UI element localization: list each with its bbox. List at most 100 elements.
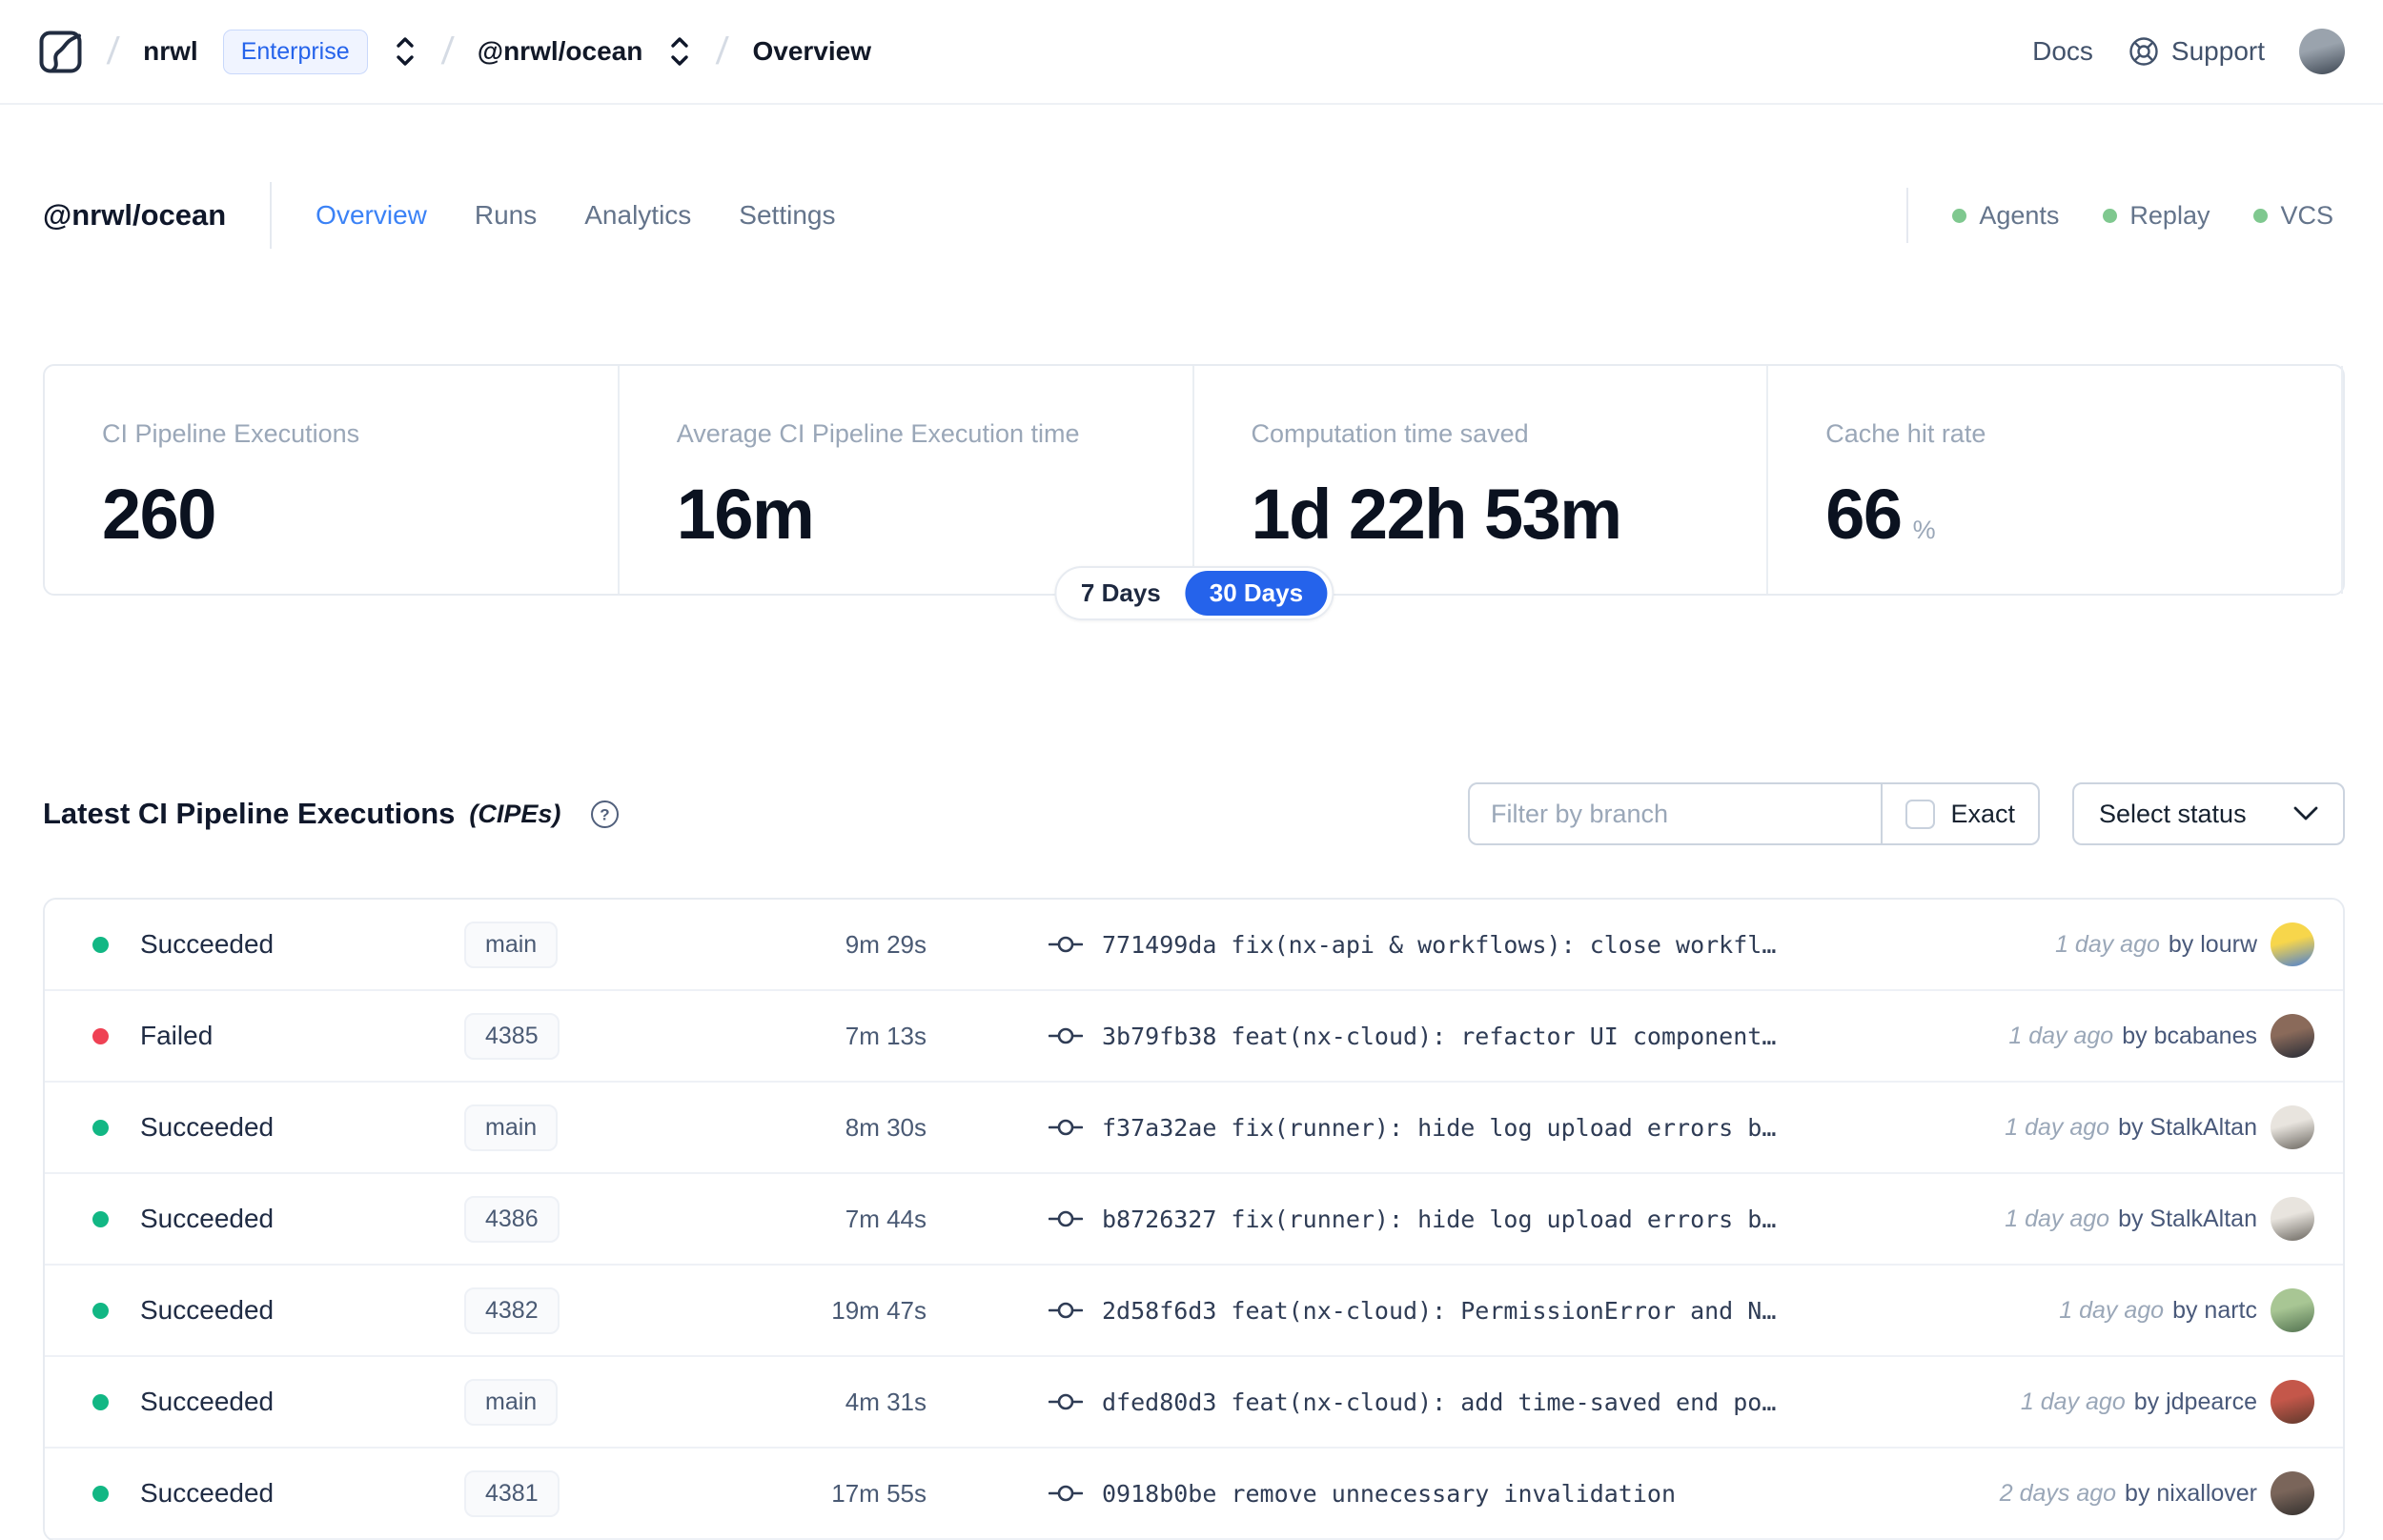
status-cell: Succeeded [45,1112,464,1143]
commit-cell: 3b79fb38 feat(nx-cloud): refactor UI comp… [1049,1023,1989,1050]
org-name[interactable]: nrwl [143,36,198,67]
chevron-down-icon [2293,806,2318,821]
branch-cell: 4386 [464,1195,674,1243]
table-row[interactable]: Succeeded 4386 7m 44s b8726327 fix(runner… [45,1174,2343,1266]
status-label: Succeeded [140,1387,275,1416]
stats-panel: CI Pipeline Executions 260 Average CI Pi… [43,364,2345,620]
status-cell: Succeeded [45,1204,464,1234]
row-avatar[interactable] [2271,1288,2314,1332]
branch-badge[interactable]: main [464,1104,559,1151]
table-row[interactable]: Succeeded main 4m 31s dfed80d3 feat(nx-cl… [45,1357,2343,1449]
commit-message: feat(nx-cloud): refactor UI component… [1231,1022,1777,1050]
author: by nartc [2172,1296,2257,1324]
support-link[interactable]: Support [2128,35,2265,68]
workspace-header: @nrwl/ocean Overview Runs Analytics Sett… [43,181,2345,250]
row-avatar[interactable] [2271,1380,2314,1424]
row-avatar[interactable] [2271,1471,2314,1515]
stat-value: 66 [1825,475,1903,554]
date-range-toggle: 7 Days 30 Days [1053,566,1334,620]
branch-badge[interactable]: 4386 [464,1195,560,1243]
author: by bcabanes [2122,1022,2257,1049]
cipe-table: Succeeded main 9m 29s 771499da fix(nx-api… [43,898,2345,1540]
cipe-table-body: Succeeded main 9m 29s 771499da fix(nx-api… [45,900,2343,1540]
stat-card-time-saved: Computation time saved 1d 22h 53m [1194,366,1769,594]
commit-message: feat(nx-cloud): PermissionError and N… [1231,1296,1777,1325]
author: by StalkAltan [2118,1113,2257,1141]
select-status-button[interactable]: Select status [2072,782,2345,845]
exact-toggle[interactable]: Exact [1883,799,2038,829]
stat-card-cache-hit: Cache hit rate 66% [1768,366,2343,594]
toggle-30-days[interactable]: 30 Days [1185,571,1328,616]
commit-text: b8726327 fix(runner): hide log upload err… [1102,1206,1776,1233]
status-vcs[interactable]: VCS [2253,201,2333,231]
row-avatar[interactable] [2271,1197,2314,1241]
row-avatar[interactable] [2271,922,2314,966]
navbar-actions: Docs Support [2032,29,2345,74]
git-commit-icon [1049,1299,1083,1322]
breadcrumb: / nrwl Enterprise / @nrwl/ocean / Overvi… [38,29,871,74]
branch-badge[interactable]: 4385 [464,1012,560,1060]
row-avatar[interactable] [2271,1105,2314,1149]
table-row[interactable]: Failed 4385 7m 13s 3b79fb38 feat(nx-cloud… [45,991,2343,1083]
workspace-switcher-icon[interactable] [667,35,692,68]
git-commit-icon [1049,933,1083,956]
tab-overview[interactable]: Overview [316,200,427,231]
status-agents[interactable]: Agents [1952,201,2059,231]
branch-cell: 4385 [464,1012,674,1060]
commit-message: fix(runner): hide log upload errors b… [1231,1205,1777,1233]
branch-badge[interactable]: 4381 [464,1469,560,1517]
status-legend: Agents Replay VCS [1906,188,2345,243]
duration: 7m 13s [845,1021,927,1050]
time-ago: 1 day ago [2005,1205,2110,1232]
workspace-name[interactable]: @nrwl/ocean [478,36,643,67]
status-cell: Succeeded [45,1478,464,1509]
branch-filter-group: Exact [1468,782,2040,845]
branch-filter-input[interactable] [1470,784,1882,843]
table-row[interactable]: Succeeded 4382 19m 47s 2d58f6d3 feat(nx-c… [45,1266,2343,1357]
commit-text: f37a32ae fix(runner): hide log upload err… [1102,1114,1776,1142]
status-dot [92,1027,109,1044]
branch-badge[interactable]: main [464,921,559,968]
commit-hash: dfed80d3 [1102,1388,1217,1416]
status-dot [92,1119,109,1136]
author: by StalkAltan [2118,1205,2257,1232]
tab-runs[interactable]: Runs [475,200,537,231]
branch-cell: main [464,1378,674,1426]
duration: 19m 47s [831,1295,927,1325]
table-row[interactable]: Succeeded 4381 17m 55s 0918b0be remove un… [45,1449,2343,1540]
toggle-7-days[interactable]: 7 Days [1056,578,1186,608]
svg-text:?: ? [601,805,610,823]
exact-checkbox[interactable] [1905,799,1936,829]
breadcrumb-page: Overview [752,36,871,66]
status-label: Succeeded [140,1478,275,1508]
row-avatar[interactable] [2271,1014,2314,1058]
status-label: Failed [140,1021,214,1050]
branch-badge[interactable]: main [464,1378,559,1426]
app-logo-icon[interactable] [38,30,83,74]
tab-settings[interactable]: Settings [739,200,835,231]
author: by jdpearce [2133,1388,2257,1415]
tab-analytics[interactable]: Analytics [584,200,691,231]
table-row[interactable]: Succeeded main 8m 30s f37a32ae fix(runner… [45,1083,2343,1174]
commit-hash: b8726327 [1102,1205,1217,1233]
help-icon[interactable]: ? [590,800,620,829]
commit-text: dfed80d3 feat(nx-cloud): add time-saved e… [1102,1388,1776,1416]
duration: 4m 31s [845,1387,927,1416]
breadcrumb-separator: / [105,30,121,72]
git-commit-icon [1049,1116,1083,1139]
docs-link[interactable]: Docs [2032,36,2093,67]
status-replay[interactable]: Replay [2103,201,2210,231]
table-row[interactable]: Succeeded main 9m 29s 771499da fix(nx-api… [45,900,2343,991]
commit-cell: 0918b0be remove unnecessary invalidation [1049,1480,1981,1508]
user-avatar[interactable] [2299,29,2345,74]
branch-badge[interactable]: 4382 [464,1287,560,1334]
green-status-dot [2103,208,2118,223]
stat-label: CI Pipeline Executions [102,419,360,448]
status-label: Succeeded [140,1295,275,1325]
status-cell: Failed [45,1021,464,1051]
commit-hash: 771499da [1102,930,1217,959]
commit-cell: 771499da fix(nx-api & workflows): close w… [1049,931,2036,959]
org-switcher-icon[interactable] [393,35,418,68]
status-cell: Succeeded [45,1387,464,1417]
time-ago: 1 day ago [2020,1388,2126,1415]
